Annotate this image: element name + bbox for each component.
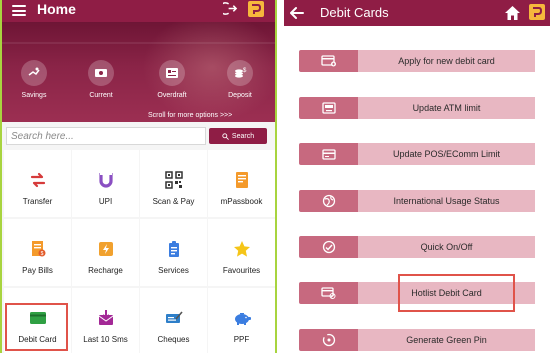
debit-card-highlight-box bbox=[5, 303, 68, 351]
quick-action-label: Overdraft bbox=[157, 92, 187, 99]
upi-icon bbox=[95, 170, 117, 190]
svg-text:$: $ bbox=[41, 251, 44, 257]
new-card-icon bbox=[299, 50, 358, 72]
globe-icon bbox=[299, 190, 358, 212]
atm-icon bbox=[299, 97, 358, 119]
savings-icon bbox=[21, 60, 47, 86]
recharge-icon bbox=[95, 239, 117, 259]
hotlist-highlight-box bbox=[398, 274, 515, 312]
bill-icon: $ bbox=[27, 239, 49, 259]
home-app-bar: Home bbox=[2, 0, 275, 22]
debit-cards-app-bar: Debit Cards bbox=[284, 0, 550, 26]
hamburger-icon[interactable] bbox=[12, 5, 26, 16]
tile-label: Services bbox=[158, 266, 189, 275]
search-button[interactable]: Search bbox=[209, 128, 267, 144]
bank-logo-icon bbox=[529, 4, 545, 20]
tile-pay-bills[interactable]: $ Pay Bills bbox=[4, 219, 71, 286]
quick-action-savings[interactable]: Savings bbox=[11, 60, 57, 100]
menu-item-label: Quick On/Off bbox=[358, 236, 535, 258]
pin-icon bbox=[299, 329, 358, 351]
tile-label: Transfer bbox=[22, 197, 53, 206]
svg-text:$: $ bbox=[243, 68, 247, 74]
logout-icon[interactable] bbox=[223, 1, 238, 16]
tile-cheques[interactable]: Cheques bbox=[140, 288, 207, 353]
tile-label: Scan & Pay bbox=[152, 197, 195, 206]
menu-item-update-pos-limit[interactable]: Update POS/EComm Limit bbox=[299, 143, 535, 165]
tile-favourites[interactable]: Favourites bbox=[208, 219, 275, 286]
tile-upi[interactable]: UPI bbox=[72, 150, 139, 217]
menu-item-label: Update ATM limit bbox=[358, 97, 535, 119]
tile-label: Cheques bbox=[157, 335, 190, 344]
screen-gap bbox=[277, 0, 284, 353]
hero-banner: Savings Current Overdraft $ Deposit Scro… bbox=[2, 22, 275, 122]
quick-action-label: Savings bbox=[21, 92, 47, 99]
block-card-icon bbox=[299, 282, 358, 304]
passbook-icon bbox=[231, 170, 253, 190]
menu-item-label: Update POS/EComm Limit bbox=[358, 143, 535, 165]
pos-card-icon bbox=[299, 143, 358, 165]
tile-scan-pay[interactable]: Scan & Pay bbox=[140, 150, 207, 217]
tile-mpassbook[interactable]: mPassbook bbox=[208, 150, 275, 217]
menu-item-quick-on-off[interactable]: Quick On/Off bbox=[299, 236, 535, 258]
deposit-icon: $ bbox=[227, 60, 253, 86]
toggle-card-icon bbox=[299, 236, 358, 258]
cheque-icon bbox=[163, 308, 185, 328]
quick-action-label: Deposit bbox=[228, 92, 252, 99]
tile-label: Pay Bills bbox=[22, 266, 53, 275]
menu-item-generate-green-pin[interactable]: Generate Green Pin bbox=[299, 329, 535, 351]
search-button-label: Search bbox=[231, 132, 255, 140]
tile-label: UPI bbox=[98, 197, 113, 206]
back-arrow-icon[interactable] bbox=[290, 6, 304, 20]
tile-label: mPassbook bbox=[220, 197, 263, 206]
piggy-bank-icon bbox=[231, 308, 253, 328]
page-title: Home bbox=[37, 1, 76, 17]
tile-transfer[interactable]: Transfer bbox=[4, 150, 71, 217]
tile-label: Last 10 Sms bbox=[83, 335, 128, 344]
services-icon bbox=[163, 239, 185, 259]
search-input[interactable]: Search here... bbox=[6, 127, 206, 145]
quick-action-current[interactable]: Current bbox=[78, 60, 124, 100]
current-account-icon bbox=[88, 60, 114, 86]
menu-item-label: Apply for new debit card bbox=[358, 50, 535, 72]
tile-label: Favourites bbox=[222, 266, 261, 275]
tile-recharge[interactable]: Recharge bbox=[72, 219, 139, 286]
search-icon bbox=[222, 132, 229, 140]
scroll-hint: Scroll for more options >>> bbox=[148, 112, 233, 119]
search-bar: Search here... Search bbox=[2, 124, 275, 146]
tile-label: Recharge bbox=[88, 266, 123, 275]
bank-logo-icon bbox=[248, 1, 264, 17]
home-screen: Home Savings Current Overdraft $ Deposit… bbox=[0, 0, 277, 353]
star-icon bbox=[231, 239, 253, 259]
menu-item-label: International Usage Status bbox=[358, 190, 535, 212]
quick-action-deposit[interactable]: $ Deposit bbox=[217, 60, 263, 100]
menu-item-label: Generate Green Pin bbox=[358, 329, 535, 351]
quick-action-label: Current bbox=[89, 92, 113, 99]
menu-item-update-atm-limit[interactable]: Update ATM limit bbox=[299, 97, 535, 119]
sms-icon bbox=[95, 308, 117, 328]
overdraft-icon bbox=[159, 60, 185, 86]
quick-action-overdraft[interactable]: Overdraft bbox=[149, 60, 195, 100]
qr-code-icon bbox=[163, 170, 185, 190]
tile-services[interactable]: Services bbox=[140, 219, 207, 286]
tile-ppf[interactable]: PPF bbox=[208, 288, 275, 353]
page-title: Debit Cards bbox=[320, 5, 389, 20]
transfer-icon bbox=[27, 170, 49, 190]
menu-item-apply-debit-card[interactable]: Apply for new debit card bbox=[299, 50, 535, 72]
tile-last-10-sms[interactable]: Last 10 Sms bbox=[72, 288, 139, 353]
tile-label: PPF bbox=[233, 335, 250, 344]
home-icon[interactable] bbox=[504, 5, 521, 21]
menu-item-international-usage[interactable]: International Usage Status bbox=[299, 190, 535, 212]
